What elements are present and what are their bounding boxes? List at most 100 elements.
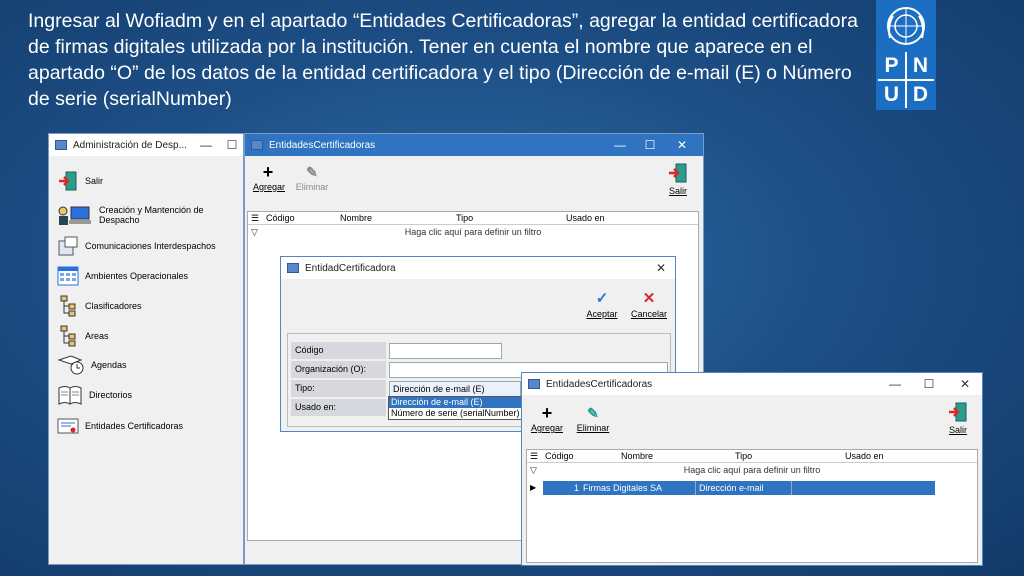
logo-letter: D	[907, 81, 934, 108]
users-computer-icon	[57, 204, 93, 226]
ent2-eliminar-label: Eliminar	[576, 423, 610, 433]
admin-item-ambientes[interactable]: Ambientes Operacionales	[57, 265, 188, 287]
row-divider	[791, 481, 792, 495]
minimize-icon[interactable]: —	[603, 134, 637, 156]
tipo-dropdown-list: Dirección de e-mail (E) Número de serie …	[388, 396, 523, 420]
tree-icon	[57, 325, 79, 347]
aceptar-label: Aceptar	[586, 309, 618, 319]
column-header[interactable]: Código	[545, 451, 574, 461]
minimize-icon[interactable]: —	[189, 134, 223, 156]
codigo-label: Código	[291, 342, 386, 359]
ent1-eliminar-label: Eliminar	[295, 182, 329, 192]
ent1-agregar-button[interactable]: + Agregar	[253, 162, 286, 192]
minimize-icon[interactable]: —	[878, 373, 912, 395]
admin-item-directorios[interactable]: Directorios	[57, 384, 132, 406]
dlg-titlebar: EntidadCertificadora	[281, 257, 675, 279]
ent2-title: EntidadesCertificadoras	[546, 378, 653, 390]
app-icon	[528, 379, 540, 389]
ent2-grid: ☰ Código Nombre Tipo Usado en ▽ Haga cli…	[526, 449, 978, 563]
ent1-eliminar-button[interactable]: ✎ Eliminar	[295, 162, 329, 192]
ent2-filter-row[interactable]: ▽ Haga clic aquí para definir un filtro	[527, 463, 977, 477]
close-icon[interactable]: ✕	[647, 257, 675, 279]
tipo-option-email[interactable]: Dirección de e-mail (E)	[389, 397, 522, 408]
maximize-icon[interactable]: ☐	[221, 134, 243, 156]
entidades-window-front: EntidadesCertificadoras — ☐ ✕ + Agregar …	[521, 372, 983, 566]
ent2-eliminar-button[interactable]: ✎ Eliminar	[574, 403, 612, 433]
ent1-salir-button[interactable]: Salir	[663, 162, 693, 196]
admin-item-entidades[interactable]: Entidades Certificadoras	[57, 415, 183, 437]
admin-item-label: Comunicaciones Interdespachos	[85, 241, 216, 251]
column-header[interactable]: Código	[266, 213, 295, 223]
filter-icon: ▽	[251, 227, 258, 237]
tipo-option-serial[interactable]: Número de serie (serialNumber)	[389, 408, 522, 419]
filter-hint: Haga clic aquí para definir un filtro	[404, 227, 542, 237]
plus-icon: +	[541, 403, 553, 423]
table-row[interactable]: 1 Firmas Digitales SA Dirección e-mail	[543, 481, 935, 495]
maximize-icon[interactable]: ☐	[633, 134, 667, 156]
admin-item-label: Clasificadores	[85, 301, 142, 311]
admin-title: Administración de Desp...	[73, 139, 187, 151]
calendar-grid-icon	[57, 265, 79, 287]
admin-item-creacion[interactable]: Creación y Mantención de Despacho	[57, 204, 243, 226]
column-header[interactable]: Usado en	[845, 451, 884, 461]
ent2-salir-button[interactable]: Salir	[942, 401, 974, 435]
undp-logo: P N U D	[876, 0, 936, 110]
exit-door-icon	[949, 402, 967, 422]
codigo-field[interactable]	[389, 343, 502, 359]
logo-letter: P	[878, 52, 905, 79]
filter-hint: Haga clic aquí para definir un filtro	[683, 465, 821, 475]
row-divider	[695, 481, 696, 495]
organizacion-label: Organización (O):	[291, 361, 386, 378]
admin-salir-label: Salir	[85, 176, 104, 186]
logo-letter: U	[878, 81, 905, 108]
dlg-title: EntidadCertificadora	[305, 262, 396, 274]
column-header[interactable]: Tipo	[735, 451, 752, 461]
ent2-agregar-label: Agregar	[530, 423, 564, 433]
communications-icon	[57, 235, 79, 257]
ent1-agregar-label: Agregar	[253, 182, 286, 192]
admin-item-label: Creación y Mantención de Despacho	[99, 205, 204, 225]
close-icon[interactable]: ✕	[948, 373, 982, 395]
row-nombre: Firmas Digitales SA	[583, 483, 663, 493]
ent1-title: EntidadesCertificadoras	[269, 139, 376, 151]
ent2-grid-header: ☰ Código Nombre Tipo Usado en	[527, 450, 977, 463]
ent2-salir-label: Salir	[948, 425, 967, 435]
grid-menu-icon[interactable]: ☰	[251, 213, 259, 224]
cancelar-label: Cancelar	[630, 309, 668, 319]
exit-door-icon	[57, 170, 79, 192]
cancelar-button[interactable]: ✕ Cancelar	[629, 289, 669, 319]
grid-menu-icon[interactable]: ☰	[530, 451, 538, 462]
column-header[interactable]: Usado en	[566, 213, 605, 223]
plus-icon: +	[262, 162, 274, 182]
admin-salir-button[interactable]: Salir	[57, 170, 103, 192]
app-icon	[251, 140, 263, 150]
row-codigo: 1	[573, 483, 579, 493]
filter-icon: ▽	[530, 465, 537, 475]
slide-instructions: Ingresar al Wofiadm y en el apartado “En…	[28, 10, 858, 110]
column-header[interactable]: Nombre	[621, 451, 653, 461]
admin-item-agendas[interactable]: Agendas	[57, 354, 127, 376]
certificate-icon	[57, 415, 79, 437]
column-header[interactable]: Tipo	[456, 213, 473, 223]
ent2-agregar-button[interactable]: + Agregar	[530, 403, 564, 433]
ent1-filter-row[interactable]: ▽ Haga clic aquí para definir un filtro	[248, 225, 698, 239]
exit-door-icon	[669, 163, 687, 183]
aceptar-button[interactable]: ✓ Aceptar	[583, 289, 621, 319]
ent1-salir-label: Salir	[668, 186, 687, 196]
column-header[interactable]: Nombre	[340, 213, 372, 223]
usado-label: Usado en:	[291, 399, 386, 416]
admin-item-label: Entidades Certificadoras	[85, 421, 184, 431]
ent1-toolbar: + Agregar ✎ Eliminar Salir	[245, 156, 703, 208]
row-tipo: Dirección e-mail	[699, 483, 764, 493]
row-pointer-icon: ▶	[530, 483, 537, 492]
delete-icon: ✎	[306, 164, 318, 180]
admin-item-clasificadores[interactable]: Clasificadores	[57, 295, 142, 317]
app-icon	[55, 140, 67, 150]
delete-icon: ✎	[587, 405, 599, 421]
maximize-icon[interactable]: ☐	[912, 373, 946, 395]
tipo-select[interactable]: Dirección de e-mail (E)	[389, 381, 521, 397]
admin-item-areas[interactable]: Areas	[57, 325, 109, 347]
close-icon[interactable]: ✕	[665, 134, 699, 156]
admin-item-label: Ambientes Operacionales	[85, 271, 189, 281]
admin-item-comunicaciones[interactable]: Comunicaciones Interdespachos	[57, 235, 216, 257]
